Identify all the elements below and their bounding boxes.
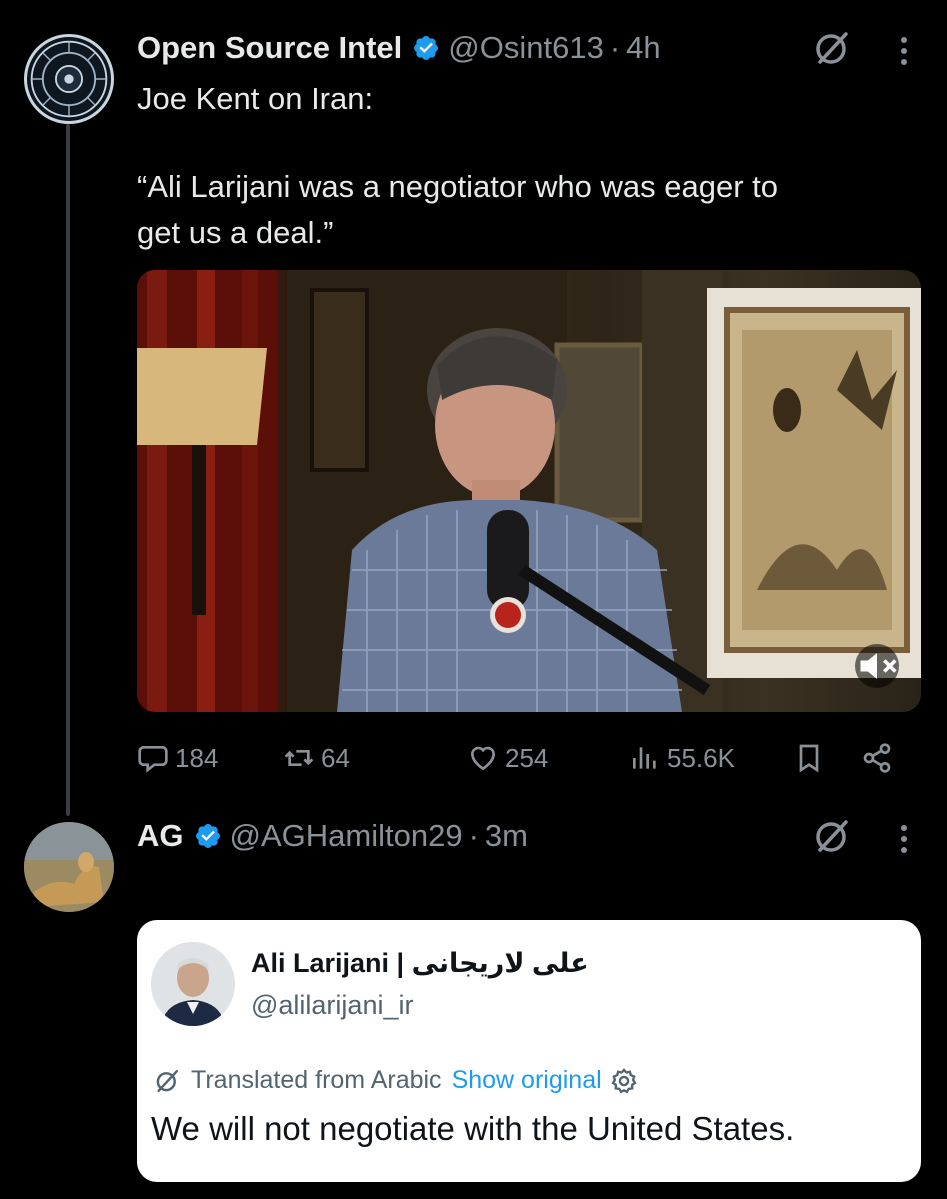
grok-icon[interactable] — [812, 28, 852, 68]
bookmark-button[interactable] — [793, 734, 831, 782]
tweet-text-quote-line1: “Ali Larijani was a negotiator who was e… — [137, 169, 779, 204]
tweet-video[interactable] — [137, 270, 921, 712]
grok-icon — [156, 1069, 179, 1092]
like-button[interactable]: 254 — [467, 734, 548, 782]
heart-icon — [470, 746, 496, 771]
thread-connector-line — [66, 124, 70, 816]
quoted-author-handle[interactable]: @alilarijani_ir — [251, 990, 413, 1021]
gear-icon[interactable] — [610, 1067, 638, 1095]
translation-row: Translated from Arabic Show original — [153, 1066, 638, 1095]
avatar[interactable] — [151, 942, 235, 1026]
timestamp[interactable]: 4h — [626, 30, 660, 66]
author-handle[interactable]: @Osint613 — [448, 30, 604, 66]
quoted-author-name[interactable]: Ali Larijani | علی لاریجانی — [251, 948, 589, 979]
reply-icon — [138, 746, 168, 773]
separator: · — [468, 818, 479, 853]
tweet-header: Open Source Intel @Osint613 · 4h — [137, 30, 661, 66]
views-button[interactable]: 55.6K — [629, 734, 735, 782]
reply-count: 184 — [175, 742, 219, 773]
timeline: Open Source Intel @Osint613 · 4h Joe Ken… — [0, 0, 947, 1199]
more-options-icon[interactable] — [896, 34, 912, 68]
avatar[interactable] — [24, 34, 114, 124]
avatar[interactable] — [24, 822, 114, 912]
tweet-action-bar: 184 64 254 55.6K — [137, 734, 927, 782]
grok-icon[interactable] — [812, 816, 852, 856]
tweet-text-intro: Joe Kent on Iran: — [137, 81, 374, 116]
repost-button[interactable]: 64 — [283, 734, 350, 782]
author-name[interactable]: Open Source Intel — [137, 30, 402, 66]
mute-toggle-button[interactable] — [855, 644, 899, 688]
reply-button[interactable]: 184 — [137, 734, 218, 782]
tweet-text-quote-line2: get us a deal.” — [137, 215, 334, 250]
bookmark-icon — [799, 744, 819, 773]
views-chart-icon — [633, 747, 656, 769]
translated-label: Translated from Arabic — [191, 1066, 442, 1094]
author-handle[interactable]: @AGHamilton29 — [230, 818, 463, 854]
show-original-link[interactable]: Show original — [452, 1066, 602, 1095]
like-count: 254 — [505, 742, 549, 773]
separator: · — [609, 30, 621, 65]
repost-count: 64 — [321, 742, 350, 773]
share-button[interactable] — [861, 734, 899, 782]
repost-icon — [284, 750, 314, 766]
views-count: 55.6K — [667, 742, 735, 773]
speaker-muted-icon — [860, 653, 897, 679]
verified-badge-icon — [195, 824, 220, 848]
quoted-tweet-card[interactable]: Ali Larijani | علی لاریجانی @alilarijani… — [137, 920, 921, 1182]
timestamp[interactable]: 3m — [485, 818, 528, 854]
reply-header: AG @AGHamilton29 · 3m — [137, 818, 528, 854]
verified-badge-icon — [414, 36, 439, 60]
share-icon — [863, 743, 891, 773]
more-options-icon[interactable] — [896, 822, 912, 856]
author-name[interactable]: AG — [137, 818, 184, 854]
quoted-tweet-text: We will not negotiate with the United St… — [151, 1110, 795, 1147]
